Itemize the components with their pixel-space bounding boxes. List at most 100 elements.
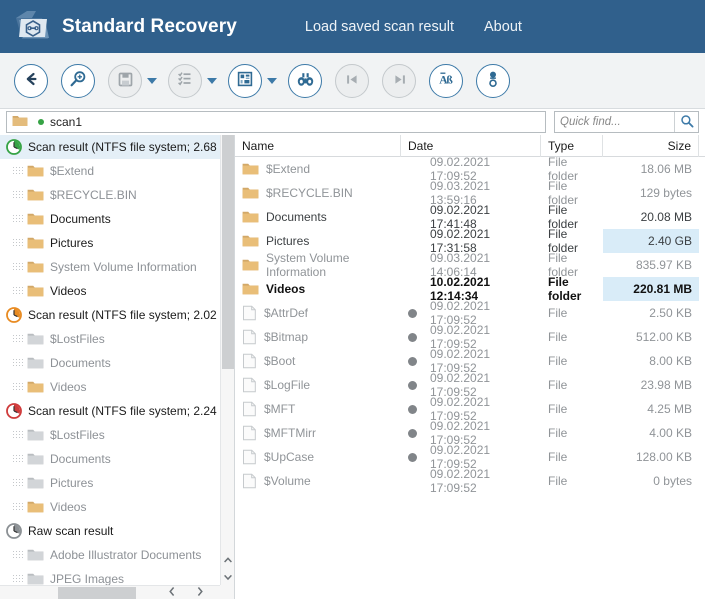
- folder-icon: [27, 236, 44, 250]
- table-row[interactable]: $Boot 09.02.2021 17:09:52 File 8.00 KB: [235, 347, 705, 375]
- column-header-name[interactable]: Name: [235, 135, 401, 157]
- table-row[interactable]: System Volume Information 09.03.2021 14:0…: [235, 251, 705, 279]
- tree-node[interactable]: Documents: [0, 207, 220, 231]
- tree-node[interactable]: Documents: [0, 447, 220, 471]
- tree-node[interactable]: Videos: [0, 375, 220, 399]
- tree-vertical-scrollbar[interactable]: [220, 135, 234, 585]
- table-row[interactable]: $UpCase 09.02.2021 17:09:52 File 128.00 KB: [235, 443, 705, 471]
- table-row[interactable]: $Extend 09.02.2021 17:09:52 File folder 18.…: [235, 155, 705, 183]
- view-mode-dropdown-chevron-down-icon[interactable]: [267, 77, 277, 84]
- clock-pie-grey-icon: [6, 523, 22, 539]
- address-bar[interactable]: scan1: [6, 111, 546, 133]
- tree-horizontal-scrollbar[interactable]: [0, 585, 220, 599]
- tree-node[interactable]: Adobe Illustrator Documents: [0, 543, 220, 567]
- tree-vertical-scroll-thumb[interactable]: [222, 135, 234, 369]
- checklist-dropdown-chevron-down-icon[interactable]: [207, 77, 217, 84]
- tree-connector-dots-icon: [12, 214, 25, 224]
- file-list-pane: Name Date Type Size $Extend 09.02.2021 17…: [235, 135, 705, 599]
- tree-node[interactable]: Pictures: [0, 471, 220, 495]
- tree-node-label: System Volume Information: [50, 260, 197, 274]
- tree-node-label: Videos: [50, 284, 87, 298]
- tree-scroll-down-button[interactable]: [221, 568, 234, 585]
- table-row[interactable]: $MFT 09.02.2021 17:09:52 File 4.25 MB: [235, 395, 705, 423]
- chevron-right-icon: [196, 586, 204, 600]
- tree-node-label: Documents: [50, 212, 111, 226]
- quick-find-button[interactable]: [674, 112, 698, 132]
- cell-size: 128.00 KB: [635, 450, 692, 464]
- column-header-type[interactable]: Type: [541, 135, 603, 157]
- clock-pie-red-icon: [6, 403, 22, 419]
- system-file-dot-icon: [407, 404, 417, 414]
- tree-scroll-left-button[interactable]: [164, 586, 180, 599]
- address-row: scan1: [0, 109, 705, 135]
- tree-connector-dots-icon: [12, 286, 25, 296]
- find-button[interactable]: [288, 63, 322, 98]
- tree-connector-dots-icon: [12, 430, 25, 440]
- tree-node[interactable]: $LostFiles: [0, 327, 220, 351]
- table-row[interactable]: $RECYCLE.BIN 09.03.2021 13:59:16 File fold…: [235, 179, 705, 207]
- content-area: Scan result (NTFS file system; 2.68 GB $E…: [0, 135, 705, 599]
- tree-node-label: Pictures: [50, 236, 94, 250]
- tree-node[interactable]: $LostFiles: [0, 423, 220, 447]
- table-row[interactable]: Pictures 09.02.2021 17:31:58 File folder 2.…: [235, 227, 705, 255]
- about-link[interactable]: About: [484, 19, 522, 35]
- column-header-date[interactable]: Date: [401, 135, 541, 157]
- table-row[interactable]: $LogFile 09.02.2021 17:09:52 File 23.98 MB: [235, 371, 705, 399]
- tree-connector-dots-icon: [12, 478, 25, 488]
- tree-node[interactable]: Scan result (NTFS file system; 2.02 GB: [0, 303, 220, 327]
- cell-status-marker: [401, 301, 423, 325]
- save-dropdown-chevron-down-icon[interactable]: [147, 77, 157, 84]
- table-row[interactable]: $Bitmap 09.02.2021 17:09:52 File 512.00 KB: [235, 323, 705, 351]
- tree-node[interactable]: Raw scan result: [0, 519, 220, 543]
- table-row[interactable]: $AttrDef 09.02.2021 17:09:52 File 2.50 KB: [235, 299, 705, 327]
- system-file-dot-icon: [407, 452, 417, 462]
- cell-type: File folder: [548, 179, 579, 207]
- encoding-button[interactable]: A ß: [429, 63, 463, 98]
- tree-scroll-right-button[interactable]: [192, 586, 208, 599]
- file-icon: [242, 377, 257, 393]
- tree-node[interactable]: Scan result (NTFS file system; 2.24 GB: [0, 399, 220, 423]
- folder-icon: [242, 234, 259, 248]
- load-saved-scan-result-link[interactable]: Load saved scan result: [305, 19, 454, 35]
- cell-size: 4.00 KB: [649, 426, 692, 440]
- view-mode-button[interactable]: [228, 63, 262, 98]
- tree-connector-dots-icon: [12, 190, 25, 200]
- tree-node[interactable]: Scan result (NTFS file system; 2.68 GB: [0, 135, 220, 159]
- file-name-label: $Bitmap: [264, 330, 309, 344]
- table-row[interactable]: $MFTMirr 09.02.2021 17:09:52 File 4.00 KB: [235, 419, 705, 447]
- file-icon: [242, 473, 257, 489]
- system-file-dot-icon: [407, 428, 417, 438]
- tree-node[interactable]: $RECYCLE.BIN: [0, 183, 220, 207]
- tree-node[interactable]: Pictures: [0, 231, 220, 255]
- cell-name: $MFT: [235, 397, 401, 421]
- tree-scroll-up-button[interactable]: [221, 551, 234, 568]
- quick-find-input[interactable]: [555, 112, 674, 132]
- tree-node[interactable]: Videos: [0, 279, 220, 303]
- table-row[interactable]: Videos 10.02.2021 12:14:34 File folder 220.…: [235, 275, 705, 303]
- scan-results-tree[interactable]: Scan result (NTFS file system; 2.68 GB $E…: [0, 135, 220, 585]
- tree-node-label: Raw scan result: [28, 524, 114, 538]
- tree-node-label: $LostFiles: [50, 332, 105, 346]
- tree-connector-dots-icon: [12, 262, 25, 272]
- folder-icon: [27, 164, 44, 178]
- file-name-label: $UpCase: [264, 450, 315, 464]
- table-row[interactable]: $Volume 09.02.2021 17:09:52 File 0 bytes: [235, 467, 705, 495]
- tree-node[interactable]: JPEG Images: [0, 567, 220, 585]
- tree-node[interactable]: $Extend: [0, 159, 220, 183]
- tree-node[interactable]: Videos: [0, 495, 220, 519]
- column-header-size[interactable]: Size: [603, 135, 699, 157]
- chevron-left-icon: [168, 586, 176, 600]
- cell-status-marker: [401, 373, 423, 397]
- system-file-dot-icon: [407, 380, 417, 390]
- tree-node[interactable]: System Volume Information: [0, 255, 220, 279]
- cell-status-marker: [401, 397, 423, 421]
- user-button[interactable]: [476, 63, 510, 98]
- cell-status-marker: [401, 277, 423, 301]
- file-icon: [242, 329, 257, 345]
- tree-node[interactable]: Documents: [0, 351, 220, 375]
- table-row[interactable]: Documents 09.02.2021 17:41:48 File folder 2…: [235, 203, 705, 231]
- scan-button[interactable]: [61, 63, 95, 98]
- cell-type: File: [548, 306, 568, 320]
- tree-horizontal-scroll-thumb[interactable]: [58, 587, 136, 599]
- back-button[interactable]: [14, 63, 48, 98]
